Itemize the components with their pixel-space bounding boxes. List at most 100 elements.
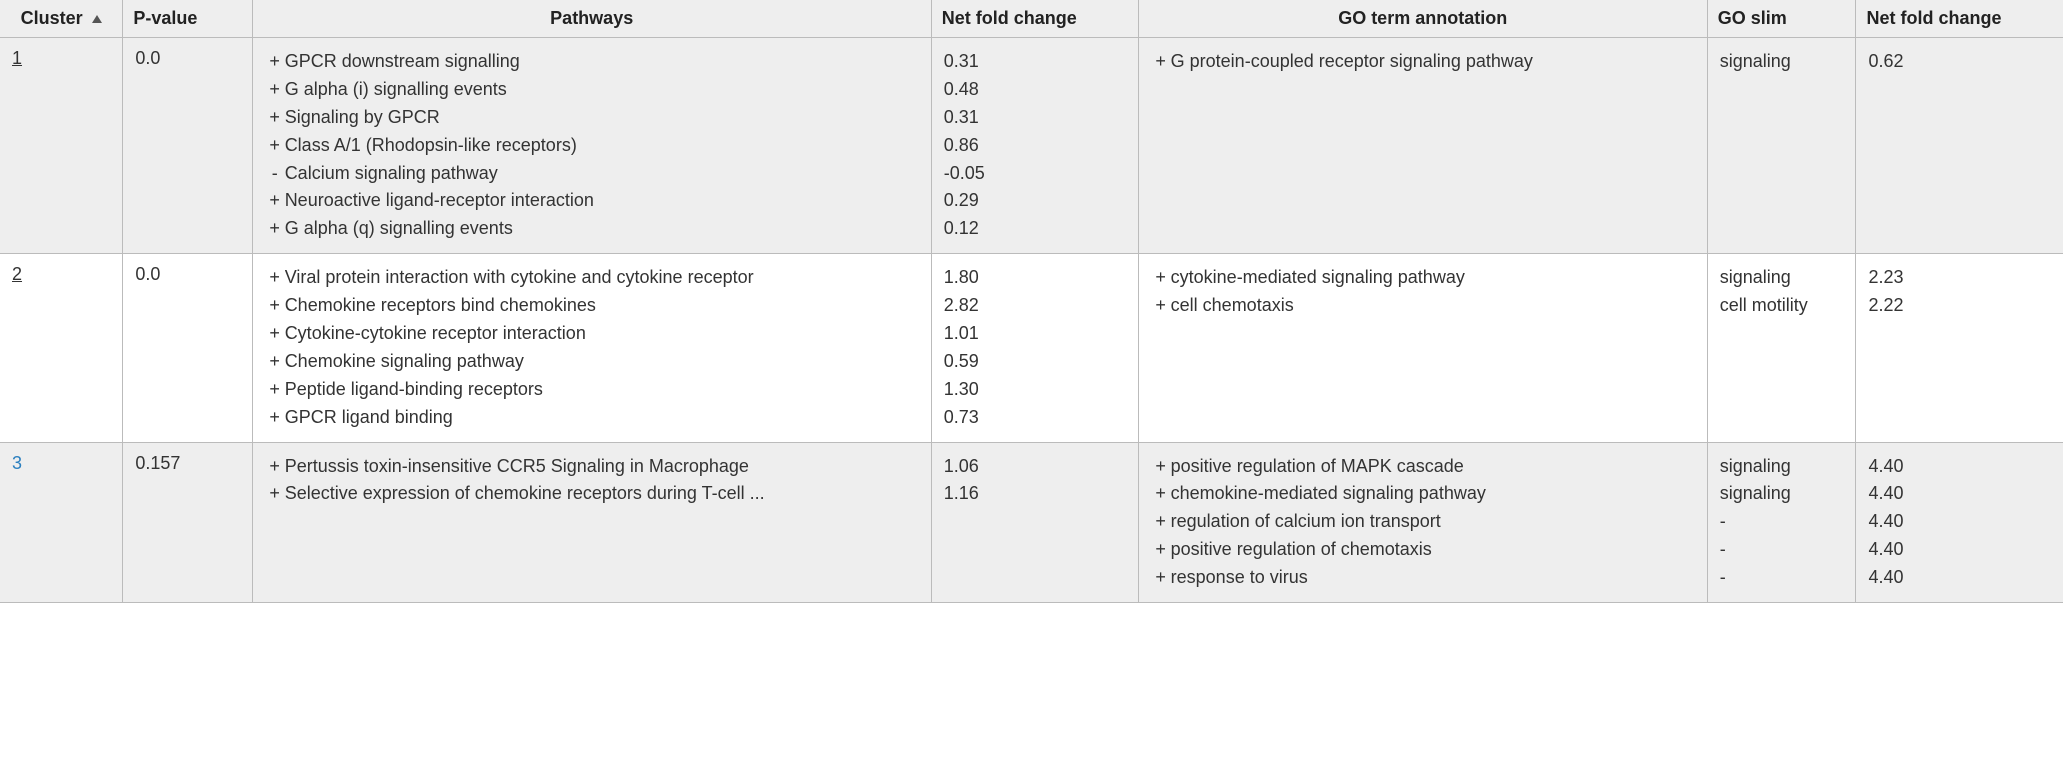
plus-icon: +	[265, 187, 285, 215]
plus-icon: +	[265, 453, 285, 481]
go-slim-cell: signalingcell motility	[1707, 254, 1856, 442]
plus-icon: +	[265, 104, 285, 132]
table-row: 10.0+ GPCR downstream signalling+ G alph…	[0, 38, 2063, 254]
pathway-label: GPCR downstream signalling	[285, 48, 919, 76]
nfc-pathways-cell: 1.802.821.010.591.300.73	[931, 254, 1138, 442]
plus-icon: +	[1151, 292, 1171, 320]
go-term-item: + response to virus	[1151, 564, 1695, 592]
go-term-label: response to virus	[1171, 564, 1695, 592]
nfc-value: 4.40	[1868, 564, 2051, 592]
nfc-value: 1.16	[944, 480, 1126, 508]
plus-icon: +	[265, 132, 285, 160]
col-header-nfc-go[interactable]: Net fold change	[1856, 0, 2063, 38]
plus-icon: +	[265, 480, 285, 508]
pathway-label: Neuroactive ligand-receptor interaction	[285, 187, 919, 215]
go-slim-value: signaling	[1720, 453, 1844, 481]
pathway-item: + Class A/1 (Rhodopsin-like receptors)	[265, 132, 919, 160]
pathway-item: - Calcium signaling pathway	[265, 160, 919, 188]
pathway-item: + Signaling by GPCR	[265, 104, 919, 132]
pathway-label: Chemokine receptors bind chemokines	[285, 292, 919, 320]
go-slim-value: signaling	[1720, 264, 1844, 292]
go-term-item: + chemokine-mediated signaling pathway	[1151, 480, 1695, 508]
pathway-item: + G alpha (i) signalling events	[265, 76, 919, 104]
plus-icon: +	[265, 264, 285, 292]
pathway-label: Peptide ligand-binding receptors	[285, 376, 919, 404]
plus-icon: +	[265, 320, 285, 348]
nfc-value: 0.59	[944, 348, 1126, 376]
go-term-item: + cytokine-mediated signaling pathway	[1151, 264, 1695, 292]
plus-icon: +	[265, 348, 285, 376]
go-term-item: + regulation of calcium ion transport	[1151, 508, 1695, 536]
col-header-go-term[interactable]: GO term annotation	[1138, 0, 1707, 38]
plus-icon: +	[265, 376, 285, 404]
pathway-label: Viral protein interaction with cytokine …	[285, 264, 919, 292]
go-slim-value: -	[1720, 508, 1844, 536]
cluster-cell: 1	[0, 38, 123, 254]
pathway-item: + Cytokine-cytokine receptor interaction	[265, 320, 919, 348]
col-header-pathways[interactable]: Pathways	[252, 0, 931, 38]
plus-icon: +	[1151, 536, 1171, 564]
cluster-link[interactable]: 3	[12, 453, 22, 473]
pathway-item: + Selective expression of chemokine rece…	[265, 480, 919, 508]
plus-icon: +	[1151, 264, 1171, 292]
go-slim-cell: signaling	[1707, 38, 1856, 254]
cluster-link[interactable]: 2	[12, 264, 22, 284]
nfc-value: 2.82	[944, 292, 1126, 320]
pathway-item: + Viral protein interaction with cytokin…	[265, 264, 919, 292]
cluster-cell: 2	[0, 254, 123, 442]
nfc-go-cell: 0.62	[1856, 38, 2063, 254]
table-row: 2 0.0 + Viral protein interaction with cyt…	[0, 254, 2063, 442]
pathway-item: + G alpha (q) signalling events	[265, 215, 919, 243]
col-header-nfc-pathways[interactable]: Net fold change	[931, 0, 1138, 38]
pathway-label: GPCR ligand binding	[285, 404, 919, 432]
nfc-pathways-cell: 0.310.480.310.86-0.050.290.12	[931, 38, 1138, 254]
col-header-pvalue[interactable]: P-value	[123, 0, 252, 38]
cluster-link[interactable]: 1	[12, 48, 22, 68]
nfc-value: 0.62	[1868, 48, 2051, 76]
nfc-value: 4.40	[1868, 453, 2051, 481]
pathway-label: Cytokine-cytokine receptor interaction	[285, 320, 919, 348]
pvalue-cell: 0.0	[123, 38, 252, 254]
pathway-label: G alpha (i) signalling events	[285, 76, 919, 104]
pathway-label: Selective expression of chemokine recept…	[285, 480, 919, 508]
go-slim-value: -	[1720, 564, 1844, 592]
go-term-label: G protein-coupled receptor signaling pat…	[1171, 48, 1695, 76]
pvalue-cell: 0.0	[123, 254, 252, 442]
col-header-go-slim[interactable]: GO slim	[1707, 0, 1856, 38]
cluster-annotation-table: Cluster P-value Pathways Net fold change…	[0, 0, 2063, 603]
col-header-cluster[interactable]: Cluster	[0, 0, 123, 38]
nfc-value: 0.86	[944, 132, 1126, 160]
plus-icon: +	[265, 76, 285, 104]
plus-icon: +	[265, 292, 285, 320]
plus-icon: +	[265, 215, 285, 243]
pathways-cell: + Viral protein interaction with cytokin…	[252, 254, 931, 442]
pathway-item: + Pertussis toxin-insensitive CCR5 Signa…	[265, 453, 919, 481]
plus-icon: +	[1151, 48, 1171, 76]
go-term-label: positive regulation of chemotaxis	[1171, 536, 1695, 564]
pvalue-cell: 0.157	[123, 442, 252, 602]
plus-icon: +	[265, 404, 285, 432]
nfc-value: 0.31	[944, 48, 1126, 76]
nfc-value: 4.40	[1868, 508, 2051, 536]
sort-ascending-icon	[92, 15, 102, 23]
nfc-value: 0.12	[944, 215, 1126, 243]
nfc-value: 2.23	[1868, 264, 2051, 292]
pathway-item: + Peptide ligand-binding receptors	[265, 376, 919, 404]
go-term-item: + positive regulation of MAPK cascade	[1151, 453, 1695, 481]
pathway-label: Calcium signaling pathway	[285, 160, 919, 188]
nfc-pathways-cell: 1.061.16	[931, 442, 1138, 602]
plus-icon: +	[1151, 564, 1171, 592]
nfc-value: 1.01	[944, 320, 1126, 348]
go-term-item: + G protein-coupled receptor signaling p…	[1151, 48, 1695, 76]
nfc-value: 0.73	[944, 404, 1126, 432]
plus-icon: +	[1151, 480, 1171, 508]
pathway-item: + GPCR ligand binding	[265, 404, 919, 432]
table-row: 3 0.157 + Pertussis toxin-insensitive CCR5…	[0, 442, 2063, 602]
go-term-label: cytokine-mediated signaling pathway	[1171, 264, 1695, 292]
pathway-item: + Chemokine signaling pathway	[265, 348, 919, 376]
minus-icon: -	[265, 160, 285, 188]
go-term-cell: + positive regulation of MAPK cascade+ c…	[1138, 442, 1707, 602]
plus-icon: +	[265, 48, 285, 76]
nfc-value: 4.40	[1868, 536, 2051, 564]
pathway-label: G alpha (q) signalling events	[285, 215, 919, 243]
